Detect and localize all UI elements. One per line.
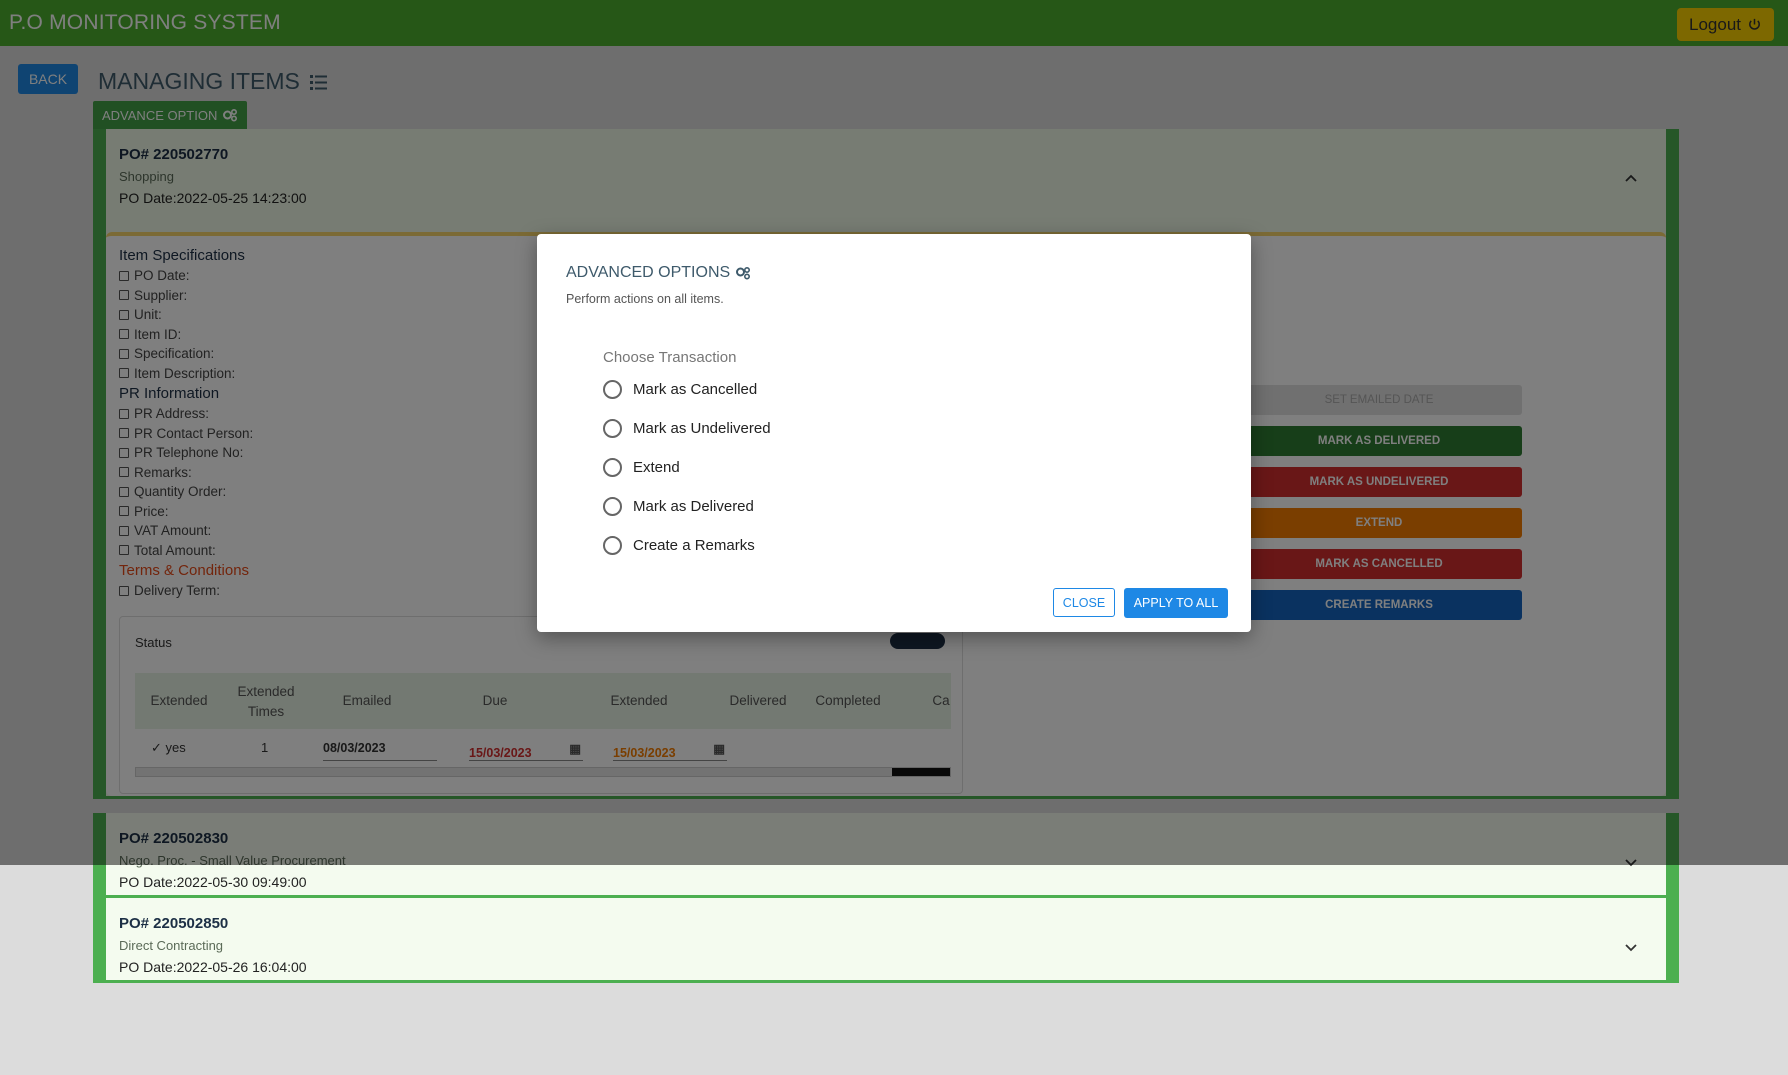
option-mark-delivered[interactable]: Mark as Delivered	[603, 495, 754, 517]
option-create-remarks[interactable]: Create a Remarks	[603, 534, 755, 556]
option-label: Mark as Delivered	[633, 497, 754, 515]
po-date: PO Date:2022-05-30 09:49:00	[119, 874, 307, 890]
close-button[interactable]: CLOSE	[1053, 588, 1115, 617]
radio-button[interactable]	[603, 457, 622, 477]
modal-title: ADVANCED OPTIONS	[566, 264, 751, 282]
option-mark-undelivered[interactable]: Mark as Undelivered	[603, 417, 771, 439]
radio-button[interactable]	[603, 535, 622, 555]
po-number: PO# 220502850	[119, 915, 229, 932]
option-extend[interactable]: Extend	[603, 456, 680, 478]
apply-to-all-button[interactable]: APPLY TO ALL	[1124, 588, 1228, 618]
option-label: Extend	[633, 458, 680, 476]
po-panel: PO# 220502850 Direct Contracting PO Date…	[93, 898, 1679, 983]
modal-subtitle: Perform actions on all items.	[566, 292, 724, 306]
po-date: PO Date:2022-05-26 16:04:00	[119, 959, 307, 975]
gears-icon	[736, 266, 751, 280]
modal-title-text: ADVANCED OPTIONS	[566, 264, 731, 281]
option-label: Mark as Undelivered	[633, 419, 771, 437]
radio-button[interactable]	[603, 496, 622, 516]
radio-button[interactable]	[603, 379, 622, 399]
advanced-options-modal: ADVANCED OPTIONS Perform actions on all …	[537, 234, 1251, 632]
option-label: Create a Remarks	[633, 536, 755, 554]
option-label: Mark as Cancelled	[633, 380, 758, 398]
chevron-down-icon[interactable]	[1624, 940, 1638, 954]
po-panel-header[interactable]: PO# 220502850 Direct Contracting PO Date…	[119, 915, 307, 975]
choose-transaction-label: Choose Transaction	[603, 349, 737, 366]
radio-button[interactable]	[603, 418, 622, 438]
option-mark-cancelled[interactable]: Mark as Cancelled	[603, 378, 757, 400]
po-type: Direct Contracting	[119, 938, 224, 953]
